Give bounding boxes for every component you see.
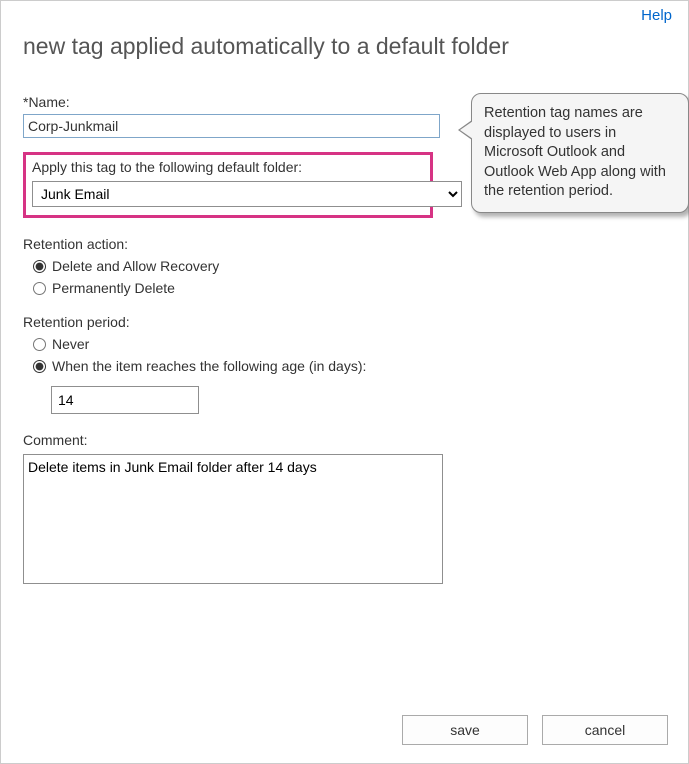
retention-action-option[interactable]: Permanently Delete — [33, 280, 443, 296]
retention-period-radio-age[interactable] — [33, 360, 46, 373]
retention-period-radio-label: Never — [52, 336, 89, 352]
retention-action-radio-permanent-delete[interactable] — [33, 282, 46, 295]
retention-period-radio-label: When the item reaches the following age … — [52, 358, 366, 374]
dialog-footer: save cancel — [402, 715, 668, 745]
retention-days-input[interactable] — [51, 386, 199, 414]
comment-textarea[interactable] — [23, 454, 443, 584]
retention-action-option[interactable]: Delete and Allow Recovery — [33, 258, 443, 274]
apply-tag-label: Apply this tag to the following default … — [32, 159, 424, 175]
retention-period-option[interactable]: When the item reaches the following age … — [33, 358, 443, 374]
page-title: new tag applied automatically to a defau… — [23, 33, 688, 60]
retention-action-section: Retention action: Delete and Allow Recov… — [23, 236, 443, 296]
comment-section: Comment: — [23, 432, 443, 587]
retention-action-radio-label: Delete and Allow Recovery — [52, 258, 219, 274]
retention-action-radio-label: Permanently Delete — [52, 280, 175, 296]
default-folder-select[interactable]: Junk Email — [32, 181, 462, 207]
comment-label: Comment: — [23, 432, 443, 448]
name-input[interactable] — [23, 114, 440, 138]
info-callout: Retention tag names are displayed to use… — [471, 93, 689, 213]
help-link[interactable]: Help — [641, 7, 672, 24]
retention-action-label: Retention action: — [23, 236, 443, 252]
retention-period-section: Retention period: Never When the item re… — [23, 314, 443, 414]
retention-action-radio-delete-recover[interactable] — [33, 260, 46, 273]
cancel-button[interactable]: cancel — [542, 715, 668, 745]
retention-period-option[interactable]: Never — [33, 336, 443, 352]
retention-period-radio-never[interactable] — [33, 338, 46, 351]
save-button[interactable]: save — [402, 715, 528, 745]
apply-tag-highlight: Apply this tag to the following default … — [23, 152, 433, 218]
name-label: *Name: — [23, 94, 443, 110]
retention-period-label: Retention period: — [23, 314, 443, 330]
